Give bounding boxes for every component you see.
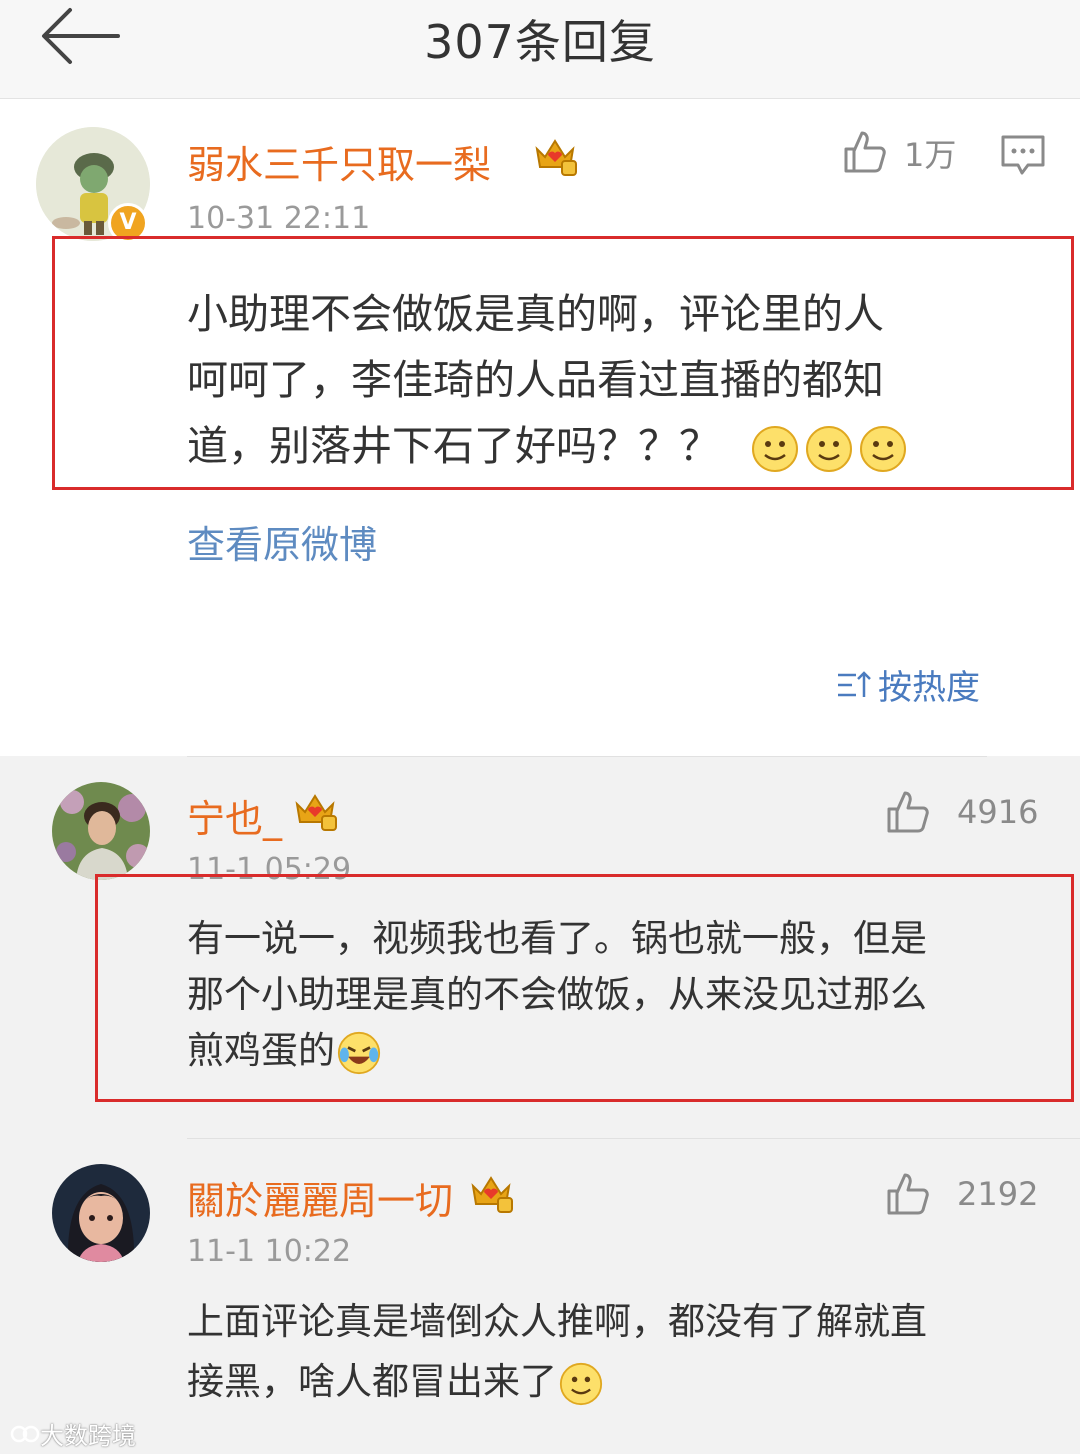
comment-text: 上面评论真是墙倒众人推啊，都没有了解就直 接黑，啥人都冒出来了 [187, 1292, 927, 1412]
timestamp: 11-1 10:22 [187, 1234, 352, 1269]
watermark-logo-icon [10, 1425, 40, 1442]
smile-emoji-icon [860, 426, 907, 472]
comment-line: 上面评论真是墙倒众人推啊，都没有了解就直 [187, 1300, 927, 1343]
comment-line: 小助理不会做饭是真的啊，评论里的人 [187, 290, 884, 338]
like-button[interactable]: 4916 [885, 789, 1039, 839]
sort-by-hot-button[interactable]: 按热度 [836, 660, 980, 709]
watermark-text: 大数跨境 [40, 1422, 136, 1450]
like-count: 2192 [957, 1175, 1039, 1213]
like-button[interactable]: 1万 [842, 129, 962, 179]
comment-line: 道，别落井下石了好吗？？？ [187, 422, 720, 470]
smile-emoji-icon [752, 426, 799, 472]
like-count: 4916 [957, 793, 1039, 831]
comment-text: 有一说一，视频我也看了。锅也就一般，但是 那个小助理是真的不会做饭，从来没见过那… [187, 911, 927, 1079]
avatar[interactable] [52, 1164, 150, 1262]
thumbs-up-icon [844, 131, 886, 173]
username[interactable]: 宁也_ [187, 788, 282, 843]
comment-text: 小助理不会做饭是真的啊，评论里的人 呵呵了，李佳琦的人品看过直播的都知 道，别落… [187, 281, 907, 479]
timestamp: 10-31 22:11 [187, 201, 371, 236]
reply-comment-icon[interactable] [1000, 133, 1046, 179]
comment-line: 接黑，啥人都冒出来了 [187, 1360, 557, 1403]
like-count: 1万 [904, 136, 957, 174]
sort-icon [838, 670, 871, 697]
like-button[interactable]: 2192 [885, 1171, 1039, 1221]
watermark: 大数跨境 [10, 1416, 136, 1451]
comment-line: 煎鸡蛋的 [187, 1029, 335, 1072]
thumbs-up-icon [887, 791, 929, 833]
page-title: 307条回复 [424, 15, 656, 69]
thumbs-up-icon [887, 1173, 929, 1215]
username[interactable]: 弱水三千只取一梨 [187, 134, 491, 189]
crown-badge-icon [295, 794, 337, 831]
comment-line: 呵呵了，李佳琦的人品看过直播的都知 [187, 356, 884, 404]
divider [187, 1138, 1080, 1139]
crown-badge-icon [471, 1176, 513, 1213]
sort-label: 按热度 [878, 668, 980, 708]
username[interactable]: 關於麗麗周一切 [187, 1170, 453, 1225]
divider [187, 756, 987, 757]
crown-badge-icon [535, 139, 577, 176]
view-original-link[interactable]: 查看原微博 [187, 514, 377, 569]
main-comment: V 弱水三千只取一梨 1万 10-31 22:11 小助理不会做饭是真的啊，评论… [0, 99, 1080, 756]
comment-line: 有一说一，视频我也看了。锅也就一般，但是 [187, 917, 927, 960]
top-bar: 307条回复 [0, 0, 1080, 99]
avatar[interactable] [52, 782, 150, 880]
smile-emoji-icon [806, 426, 853, 472]
reply-list: 宁也_ 4916 11-1 05:29 有一说一，视频我也看了。锅也就一般，但是… [0, 756, 1080, 1454]
smile-emoji-icon [559, 1362, 603, 1405]
laugh-cry-emoji-icon [337, 1031, 381, 1074]
comment-line: 那个小助理是真的不会做饭，从来没见过那么 [187, 973, 927, 1016]
